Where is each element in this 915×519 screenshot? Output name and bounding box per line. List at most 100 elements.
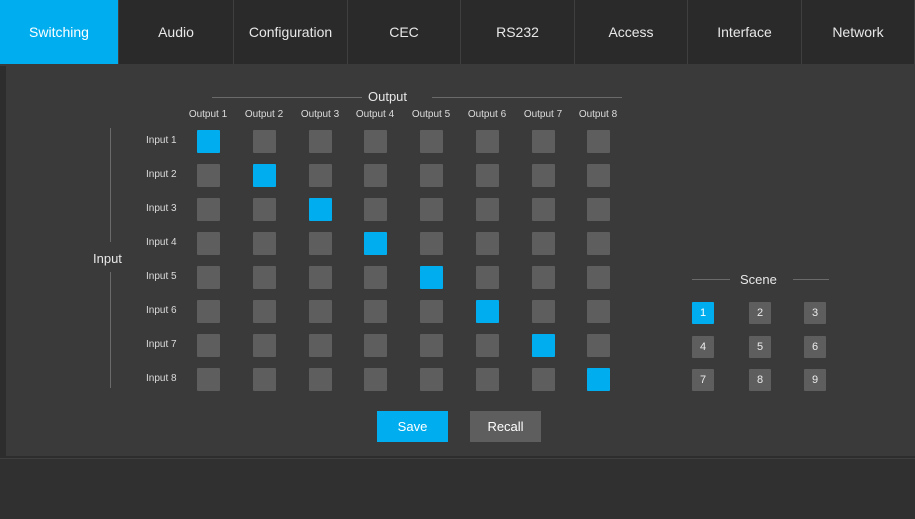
route-cell[interactable]	[532, 232, 555, 255]
route-cell[interactable]	[309, 266, 332, 289]
route-cell[interactable]	[197, 300, 220, 323]
tab-audio[interactable]: Audio	[119, 0, 234, 64]
tab-cec[interactable]: CEC	[348, 0, 461, 64]
route-cell[interactable]	[476, 232, 499, 255]
output-column-label: Output 4	[355, 109, 395, 120]
route-cell[interactable]	[587, 300, 610, 323]
route-cell[interactable]	[476, 334, 499, 357]
route-cell[interactable]	[364, 334, 387, 357]
route-cell[interactable]	[253, 198, 276, 221]
route-cell[interactable]	[532, 266, 555, 289]
scene-button-8[interactable]: 8	[749, 369, 771, 391]
route-cell-active[interactable]	[364, 232, 387, 255]
route-cell[interactable]	[309, 130, 332, 153]
route-cell-active[interactable]	[476, 300, 499, 323]
route-cell[interactable]	[587, 266, 610, 289]
route-cell[interactable]	[476, 266, 499, 289]
route-cell[interactable]	[253, 334, 276, 357]
route-cell[interactable]	[420, 164, 443, 187]
route-cell[interactable]	[532, 198, 555, 221]
route-cell-active[interactable]	[587, 368, 610, 391]
input-title: Input	[93, 251, 122, 266]
route-cell[interactable]	[532, 164, 555, 187]
route-cell[interactable]	[197, 164, 220, 187]
route-cell[interactable]	[309, 334, 332, 357]
route-cell[interactable]	[309, 300, 332, 323]
route-cell[interactable]	[364, 300, 387, 323]
route-cell[interactable]	[197, 368, 220, 391]
route-cell[interactable]	[587, 130, 610, 153]
route-cell[interactable]	[532, 130, 555, 153]
tab-interface[interactable]: Interface	[688, 0, 802, 64]
route-cell-active[interactable]	[309, 198, 332, 221]
tab-switching[interactable]: Switching	[0, 0, 119, 64]
output-column-label: Output 2	[244, 109, 284, 120]
route-cell[interactable]	[197, 334, 220, 357]
scene-button-7[interactable]: 7	[692, 369, 714, 391]
route-cell[interactable]	[309, 164, 332, 187]
route-cell-active[interactable]	[420, 266, 443, 289]
route-cell[interactable]	[476, 368, 499, 391]
route-cell[interactable]	[476, 198, 499, 221]
scene-button-5[interactable]: 5	[749, 336, 771, 358]
route-cell[interactable]	[364, 164, 387, 187]
route-cell[interactable]	[364, 198, 387, 221]
output-title: Output	[368, 89, 408, 104]
route-cell-active[interactable]	[532, 334, 555, 357]
route-cell[interactable]	[309, 368, 332, 391]
route-cell[interactable]	[253, 130, 276, 153]
output-title-rule-right	[432, 97, 622, 98]
scene-button-2[interactable]: 2	[749, 302, 771, 324]
input-row-label: Input 3	[146, 203, 177, 214]
input-row-label: Input 8	[146, 373, 177, 384]
route-cell[interactable]	[197, 198, 220, 221]
output-column-label: Output 1	[188, 109, 228, 120]
route-cell[interactable]	[587, 334, 610, 357]
route-cell[interactable]	[532, 300, 555, 323]
route-cell[interactable]	[587, 232, 610, 255]
route-cell[interactable]	[309, 232, 332, 255]
tab-rs232[interactable]: RS232	[461, 0, 575, 64]
route-cell[interactable]	[420, 334, 443, 357]
output-title-rule-left	[212, 97, 362, 98]
route-cell[interactable]	[476, 130, 499, 153]
route-cell[interactable]	[532, 368, 555, 391]
scene-button-4[interactable]: 4	[692, 336, 714, 358]
scene-button-1[interactable]: 1	[692, 302, 714, 324]
route-cell-active[interactable]	[253, 164, 276, 187]
scene-button-3[interactable]: 3	[804, 302, 826, 324]
route-cell[interactable]	[587, 164, 610, 187]
tab-configuration[interactable]: Configuration	[234, 0, 348, 64]
route-cell[interactable]	[197, 266, 220, 289]
input-row-label: Input 4	[146, 237, 177, 248]
tab-access[interactable]: Access	[575, 0, 688, 64]
input-row-label: Input 5	[146, 271, 177, 282]
output-column-label: Output 3	[300, 109, 340, 120]
route-cell[interactable]	[587, 198, 610, 221]
input-row-label: Input 2	[146, 169, 177, 180]
output-column-label: Output 8	[578, 109, 618, 120]
route-cell[interactable]	[364, 130, 387, 153]
input-row-label: Input 6	[146, 305, 177, 316]
route-cell[interactable]	[253, 300, 276, 323]
scene-button-6[interactable]: 6	[804, 336, 826, 358]
route-cell[interactable]	[364, 266, 387, 289]
save-button[interactable]: Save	[377, 411, 448, 442]
route-cell[interactable]	[253, 368, 276, 391]
tab-network[interactable]: Network	[802, 0, 915, 64]
route-cell[interactable]	[420, 300, 443, 323]
footer-bar	[0, 458, 915, 519]
scene-button-9[interactable]: 9	[804, 369, 826, 391]
route-cell-active[interactable]	[197, 130, 220, 153]
route-cell[interactable]	[420, 198, 443, 221]
route-cell[interactable]	[364, 368, 387, 391]
scene-title-rule-left	[692, 279, 730, 280]
route-cell[interactable]	[253, 266, 276, 289]
route-cell[interactable]	[197, 232, 220, 255]
route-cell[interactable]	[420, 232, 443, 255]
recall-button[interactable]: Recall	[470, 411, 541, 442]
route-cell[interactable]	[420, 130, 443, 153]
route-cell[interactable]	[420, 368, 443, 391]
route-cell[interactable]	[253, 232, 276, 255]
route-cell[interactable]	[476, 164, 499, 187]
